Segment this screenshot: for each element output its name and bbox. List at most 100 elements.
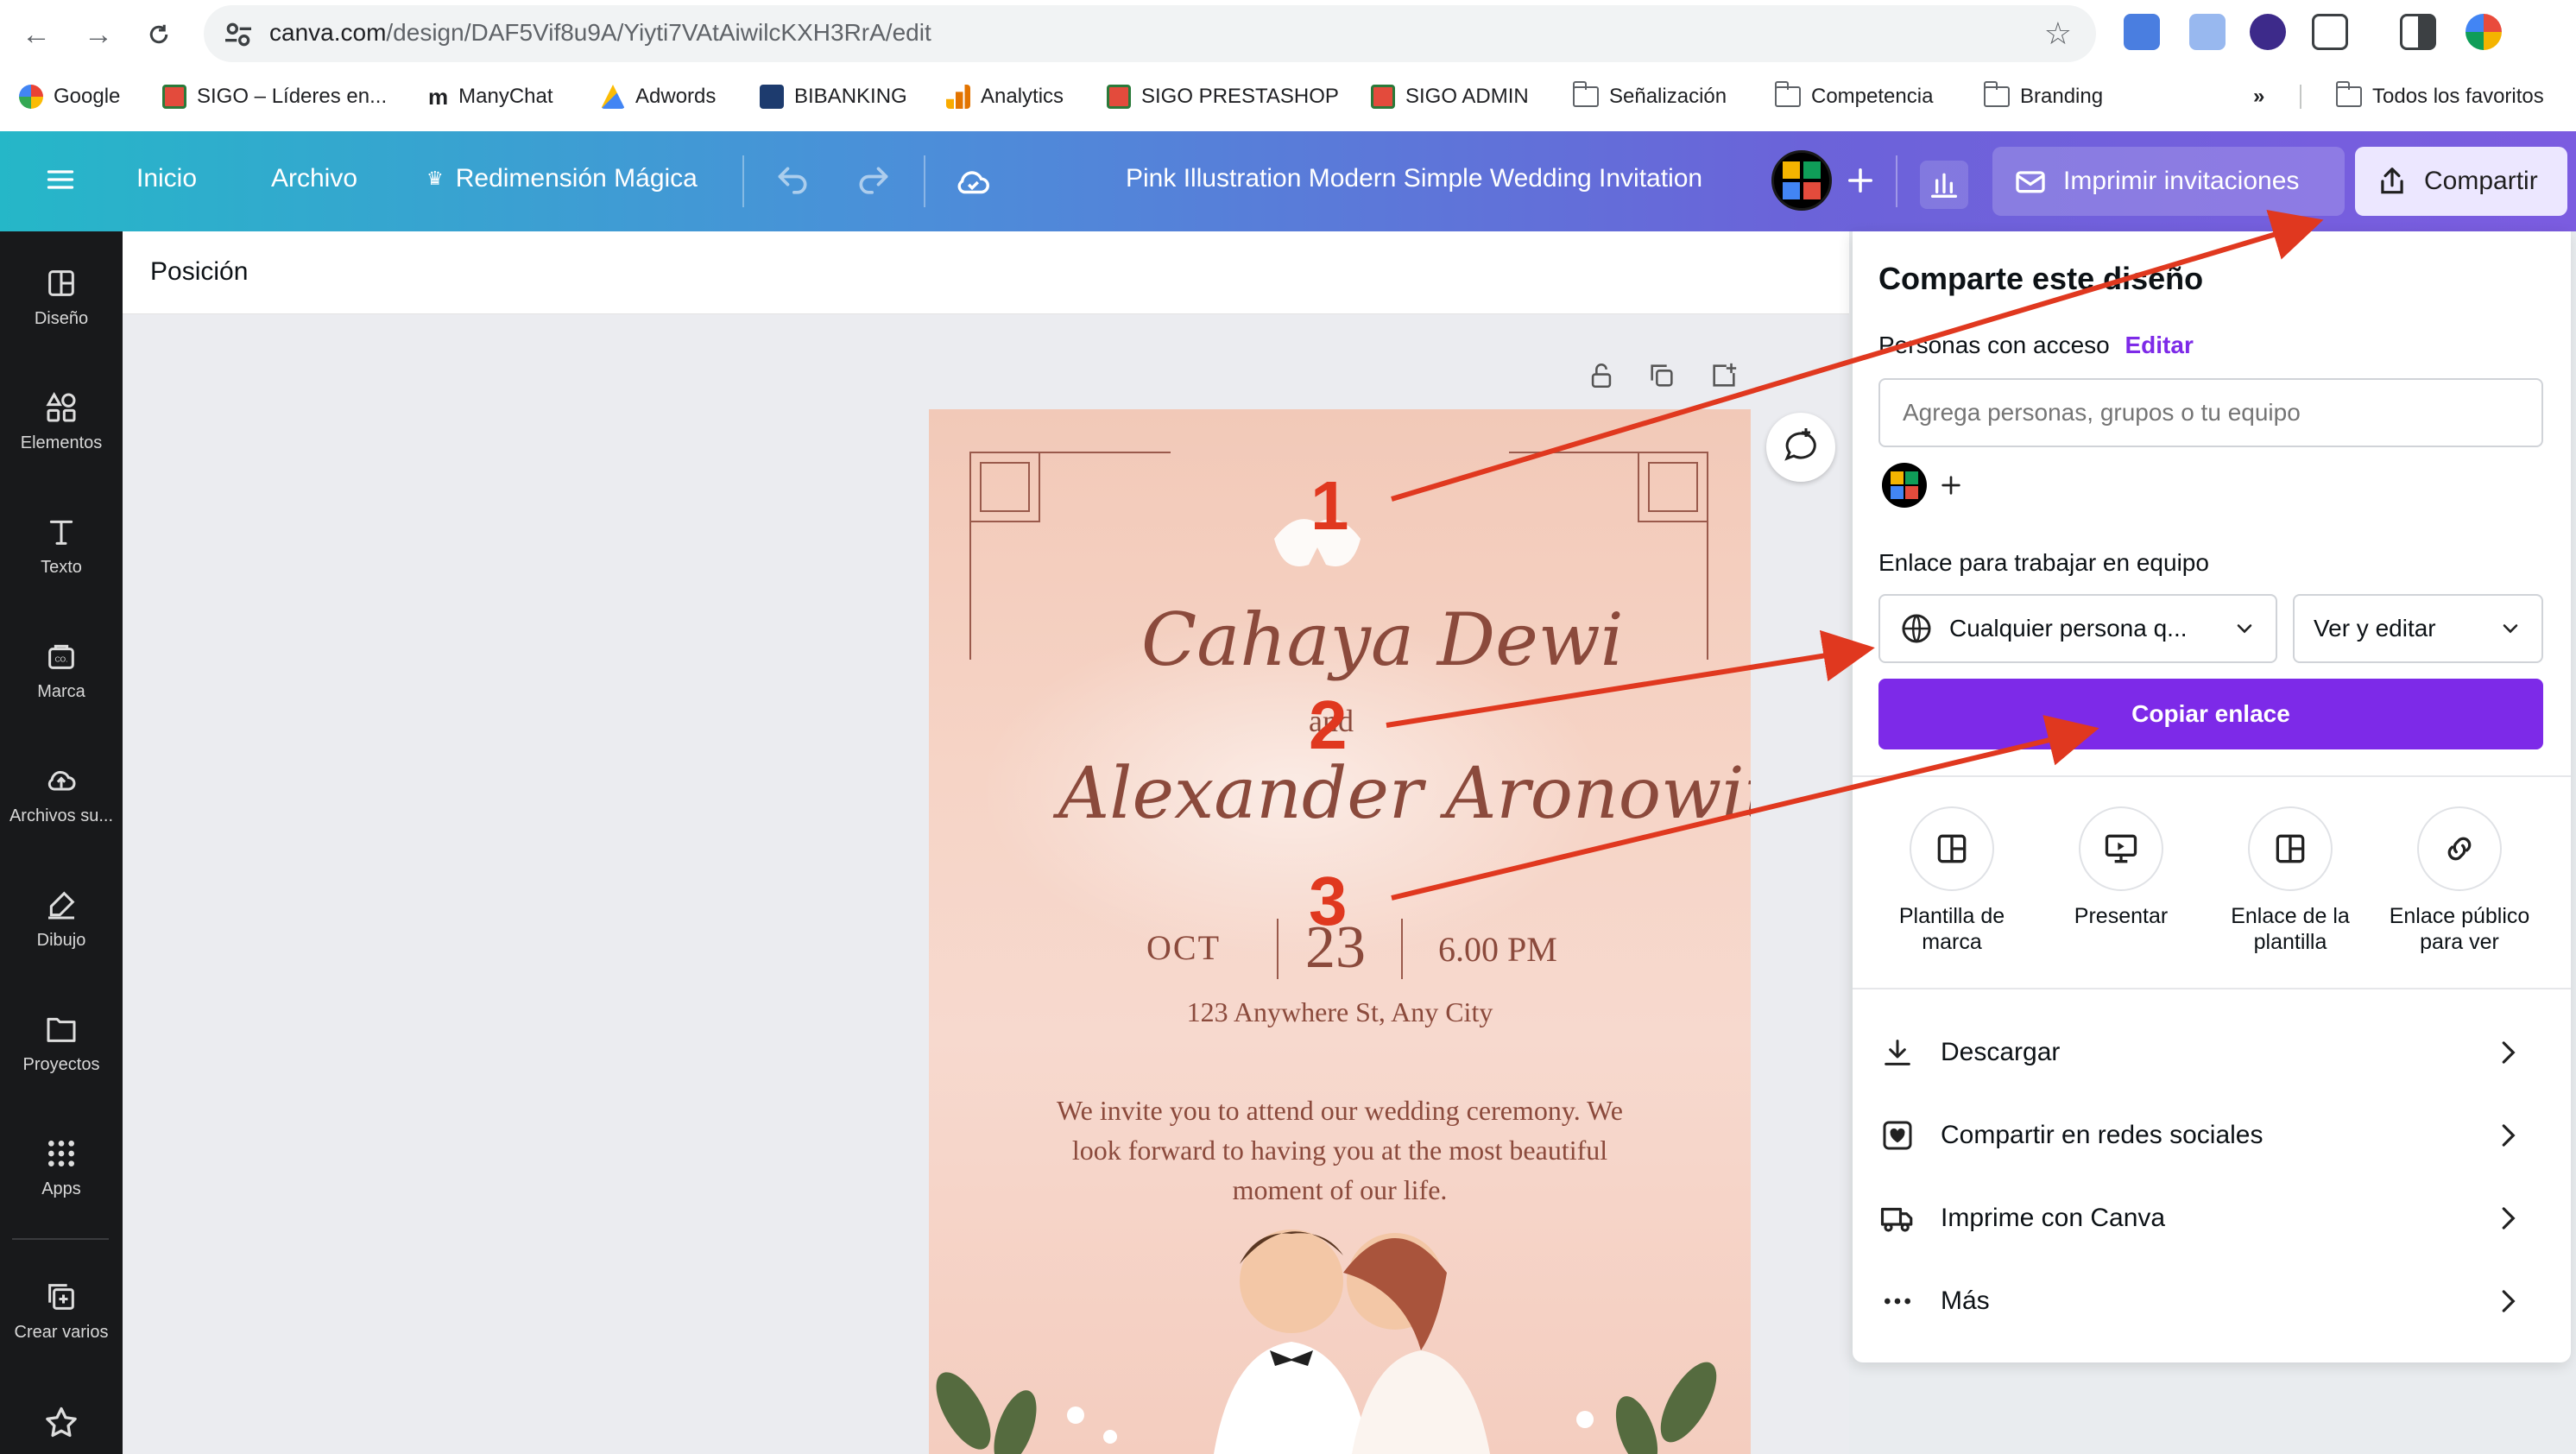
present-option[interactable]: Presentar (2039, 806, 2203, 929)
extensions-puzzle-icon[interactable] (2312, 14, 2348, 50)
bookmark-star-icon[interactable]: ☆ (2044, 16, 2072, 52)
site-settings-icon[interactable] (221, 17, 256, 52)
bookmark-manychat[interactable]: m ManyChat (428, 79, 553, 114)
add-people-input[interactable] (1878, 378, 2543, 447)
social-share-row[interactable]: Compartir en redes sociales (1878, 1097, 2543, 1174)
template-link-icon (2248, 806, 2333, 891)
extension-icon[interactable] (2189, 14, 2226, 50)
brand-template-option[interactable]: Plantilla de marca (1870, 806, 2034, 955)
add-comment-button[interactable] (1766, 413, 1835, 482)
home-button[interactable]: Inicio (136, 164, 197, 193)
bookmark-folder-competencia[interactable]: Competencia (1774, 79, 1933, 114)
invitation-message-line2[interactable]: look forward to having you at the most b… (929, 1135, 1751, 1166)
lock-page-icon[interactable] (1587, 361, 1621, 395)
sidebar-item-draw[interactable]: Dibujo (0, 888, 123, 951)
download-row[interactable]: Descargar (1878, 1014, 2543, 1091)
all-bookmarks-folder[interactable]: Todos los favoritos (2335, 79, 2544, 114)
insights-chart-icon[interactable] (1920, 161, 1968, 209)
heart-social-icon (1878, 1116, 1916, 1154)
brand-kit-icon: CO. (48, 644, 74, 669)
sidebar-item-starred[interactable] (0, 1404, 123, 1451)
comment-plus-icon (1784, 428, 1816, 461)
sidebar-item-uploads[interactable]: Archivos su... (0, 763, 123, 826)
header-divider (1896, 155, 1897, 207)
invitation-message-line3[interactable]: moment of our life. (929, 1174, 1751, 1206)
bookmark-sigo-prestashop[interactable]: SIGO PRESTASHOP (1107, 79, 1339, 114)
more-options-row[interactable]: Más (1878, 1262, 2543, 1340)
reload-icon[interactable] (135, 10, 183, 59)
profile-avatar-icon[interactable] (2466, 14, 2502, 50)
print-with-canva-row[interactable]: Imprime con Canva (1878, 1179, 2543, 1257)
bookmark-folder-branding[interactable]: Branding (1983, 79, 2103, 114)
bride-name[interactable]: Cahaya Dewi (1141, 597, 1624, 682)
annotation-step-2: 2 (1309, 686, 1348, 763)
collaborator-avatar[interactable] (1882, 463, 1927, 508)
groom-name[interactable]: Alexander Aronowitz (1058, 753, 1751, 835)
sidebar-item-brand[interactable]: CO. Marca (0, 639, 123, 702)
sigo-icon (1371, 85, 1395, 109)
sidebar-item-design[interactable]: Diseño (0, 266, 123, 329)
bookmark-sigo-admin[interactable]: SIGO ADMIN (1371, 79, 1529, 114)
back-icon[interactable]: ← (12, 10, 60, 59)
bookmark-google[interactable]: Google (19, 79, 120, 114)
template-link-option[interactable]: Enlace de la plantilla (2208, 806, 2372, 955)
more-dots-icon (1878, 1282, 1916, 1320)
add-collaborator-button[interactable] (1932, 466, 1970, 504)
side-panel-icon[interactable] (2400, 14, 2436, 50)
shapes-icon (46, 391, 76, 422)
design-title[interactable]: Pink Illustration Modern Simple Wedding … (1126, 164, 1702, 193)
sidebar-item-label: Archivos su... (9, 806, 114, 825)
bookmark-label: Señalización (1609, 85, 1727, 108)
edit-access-link[interactable]: Editar (2125, 332, 2194, 358)
header-divider (924, 155, 925, 207)
bookmark-folder-senalizacion[interactable]: Señalización (1572, 79, 1727, 114)
bookmark-label: SIGO ADMIN (1405, 85, 1529, 108)
print-invitations-button[interactable]: Imprimir invitaciones (1992, 147, 2345, 216)
redo-icon[interactable] (855, 162, 893, 205)
translate-extension-icon[interactable] (2124, 14, 2160, 50)
add-page-icon[interactable] (1709, 361, 1744, 395)
public-view-link-option[interactable]: Enlace público para ver (2377, 806, 2541, 955)
file-menu-button[interactable]: Archivo (271, 164, 357, 193)
bookmark-adwords[interactable]: Adwords (601, 79, 716, 114)
invitation-message-line1[interactable]: We invite you to attend our wedding cere… (929, 1095, 1751, 1127)
cloud-saved-icon[interactable] (953, 162, 993, 206)
add-collaborator-icon[interactable] (1842, 162, 1878, 203)
copy-link-button[interactable]: Copiar enlace (1878, 679, 2543, 749)
delivery-truck-icon (1878, 1199, 1916, 1237)
row-label: Imprime con Canva (1941, 1204, 2166, 1232)
sidebar-item-elements[interactable]: Elementos (0, 390, 123, 453)
address-bar[interactable]: canva.com/design/DAF5Vif8u9A/Yiyti7VAtAi… (204, 5, 2096, 62)
position-button[interactable]: Posición (150, 257, 248, 287)
user-avatar[interactable] (1771, 150, 1832, 211)
link-permission-select[interactable]: Ver y editar (2293, 594, 2543, 663)
share-button[interactable]: Compartir (2355, 147, 2567, 216)
option-label: Enlace de la (2231, 904, 2350, 928)
sidebar-item-text[interactable]: Texto (0, 515, 123, 578)
chevron-down-icon (2503, 624, 2518, 634)
editor-header: Inicio Archivo ♛ Redimensión Mágica Pink… (0, 131, 2576, 231)
duplicate-page-icon[interactable] (1647, 361, 1682, 395)
bookmark-label: Google (54, 85, 121, 108)
bookmarks-overflow-button[interactable]: » (2253, 79, 2264, 114)
link-access-select[interactable]: Cualquier persona q... (1878, 594, 2277, 663)
download-extension-icon[interactable] (2250, 14, 2286, 50)
sidebar-item-apps[interactable]: Apps (0, 1136, 123, 1199)
share-panel-divider (1853, 988, 2571, 989)
menu-icon[interactable] (45, 164, 76, 199)
date-month[interactable]: OCT (1146, 927, 1221, 968)
share-panel-title: Comparte este diseño (1878, 261, 2204, 296)
plus-icon (1941, 476, 1960, 495)
sidebar-item-projects[interactable]: Proyectos (0, 1012, 123, 1075)
share-upload-icon (2381, 168, 2403, 194)
chevron-right-icon (2502, 1290, 2516, 1312)
event-time[interactable]: 6.00 PM (1438, 929, 1557, 970)
forward-icon[interactable]: → (74, 10, 123, 59)
bookmark-sigo-lideres[interactable]: SIGO – Líderes en... (162, 79, 387, 114)
sidebar-item-bulk-create[interactable]: Crear varios (0, 1280, 123, 1343)
event-address[interactable]: 123 Anywhere St, Any City (929, 996, 1751, 1028)
bookmark-analytics[interactable]: Analytics (946, 79, 1064, 114)
undo-icon[interactable] (773, 162, 811, 205)
magic-resize-button[interactable]: ♛ Redimensión Mágica (426, 164, 698, 193)
bookmark-bibanking[interactable]: BIBANKING (760, 79, 907, 114)
